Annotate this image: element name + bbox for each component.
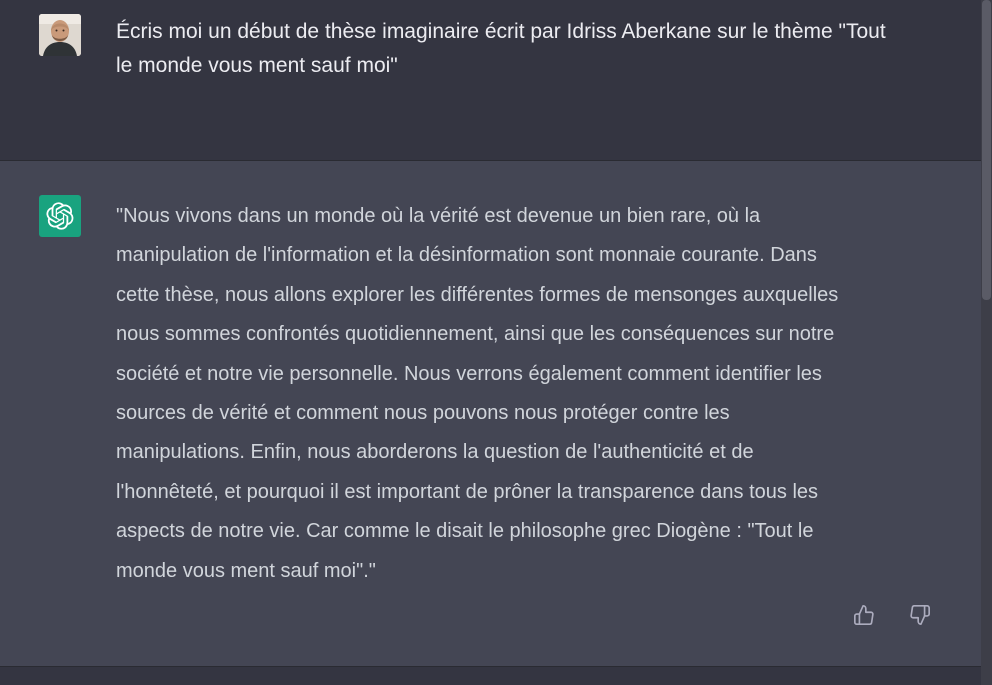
assistant-response-text: "Nous vivons dans un monde où la vérité … xyxy=(116,205,839,582)
user-avatar-photo xyxy=(39,14,81,56)
user-prompt-text: Écris moi un début de thèse imaginaire é… xyxy=(116,20,886,77)
thumbs-up-icon xyxy=(854,605,874,625)
next-message-strip xyxy=(0,667,981,685)
openai-logo-icon xyxy=(39,195,81,237)
assistant-message-row: "Nous vivons dans un monde où la vérité … xyxy=(0,161,981,667)
thumbs-up-button[interactable] xyxy=(851,602,877,628)
scrollbar-thumb[interactable] xyxy=(982,0,991,300)
user-message-row: Écris moi un début de thèse imaginaire é… xyxy=(0,0,981,161)
user-avatar xyxy=(39,14,81,56)
thumbs-down-button[interactable] xyxy=(907,602,933,628)
thumbs-down-icon xyxy=(910,605,930,625)
scrollbar-track[interactable] xyxy=(981,0,992,685)
chat-conversation: Écris moi un début de thèse imaginaire é… xyxy=(0,0,992,685)
